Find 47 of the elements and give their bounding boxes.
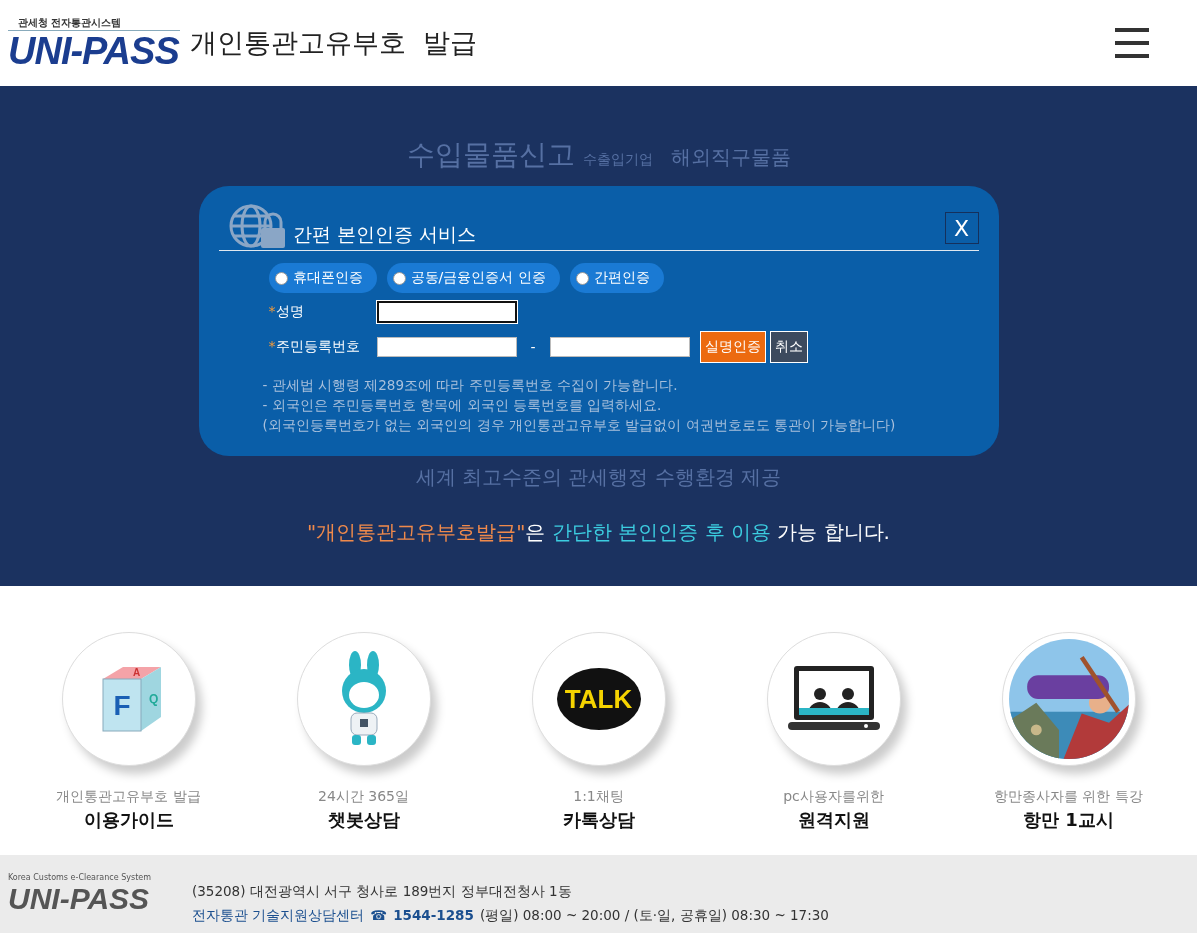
background-word: 세계 최고수준의 관세행정 수행환경 제공 bbox=[415, 464, 782, 491]
field-label: 주민등록번호 bbox=[275, 338, 360, 356]
service-subtitle: 항만종사자를 위한 특강 bbox=[994, 788, 1143, 806]
phone-number: 1544-1285 bbox=[393, 906, 474, 925]
rrn-front-field[interactable] bbox=[376, 337, 517, 357]
address-text: (35208) 대전광역시 서구 청사로 189번지 정부대전청사 1동 bbox=[192, 882, 573, 901]
name-field[interactable] bbox=[376, 301, 517, 323]
cancel-button[interactable]: 취소 bbox=[769, 331, 808, 363]
service-subtitle: pc사용자를위한 bbox=[783, 788, 884, 806]
footer-logo: Korea Customs e-Clearance System UNI-PASS bbox=[8, 872, 152, 916]
required-mark: * bbox=[268, 338, 276, 356]
page-title: 개인통관고유부호 발급 bbox=[190, 26, 478, 60]
close-button[interactable]: X bbox=[944, 212, 979, 244]
support-center-name: 전자통관 기술지원상담센터 bbox=[192, 906, 365, 925]
note-text: (외국인등록번호가 없는 외국인의 경우 개인통관고유부호 발급없이 여권번호로도 통관이 가능합니다) bbox=[262, 416, 897, 435]
separator-dash: - bbox=[530, 339, 536, 355]
service-subtitle: 개인통관고유부호 발급 bbox=[56, 788, 201, 806]
notice-text: "개인통관고유부호발급"은 간단한 본인인증 후 이용 가능 합니다. bbox=[307, 519, 890, 546]
auth-method-option[interactable]: 공동/금융인증서 인증 bbox=[386, 263, 560, 293]
service-icon-button[interactable]: TALK bbox=[531, 632, 666, 766]
speech-bubble-icon: TALK bbox=[556, 668, 641, 730]
service-subtitle: 24시간 365일 bbox=[318, 788, 409, 806]
service-title[interactable]: 챗봇상담 bbox=[327, 808, 400, 832]
service-subtitle: 1:1채팅 bbox=[573, 788, 624, 806]
phone-icon: ☎ bbox=[370, 903, 388, 927]
radio-button[interactable] bbox=[392, 271, 406, 285]
auth-method-option[interactable]: 간편인증 bbox=[569, 263, 664, 293]
radio-button[interactable] bbox=[575, 271, 589, 285]
note-text: - 관세법 시행령 제289조에 따라 주민등록번호 수집이 가능합니다. bbox=[262, 376, 679, 395]
background-word: 수입물품신고 bbox=[406, 137, 575, 173]
background-word: 수출입기업 bbox=[582, 151, 653, 169]
field-label: 성명 bbox=[275, 303, 304, 321]
service-title[interactable]: 원격지원 bbox=[797, 808, 870, 832]
rrn-back-field[interactable] bbox=[549, 337, 690, 357]
dialog-title: 간편 본인인증 서비스 bbox=[292, 222, 476, 247]
service-icon-button[interactable]: F A Q bbox=[61, 632, 196, 766]
note-text: - 외국인은 주민등록번호 항목에 외국인 등록번호를 입력하세요. bbox=[262, 396, 663, 415]
menu-icon[interactable] bbox=[1115, 28, 1149, 58]
radio-button[interactable] bbox=[274, 271, 288, 285]
service-title[interactable]: 항만 1교시 bbox=[1023, 808, 1114, 832]
hours-text: (평일) 08:00 ~ 20:00 / (토·일, 공휴일) 08:30 ~ 17:30 bbox=[479, 906, 829, 925]
required-mark: * bbox=[268, 303, 276, 321]
auth-method-option[interactable]: 휴대폰인증 bbox=[268, 263, 377, 293]
logo[interactable]: 관세청 전자통관시스템 UNI-PASS bbox=[8, 15, 180, 71]
service-title[interactable]: 카톡상담 bbox=[562, 808, 635, 832]
service-title[interactable]: 이용가이드 bbox=[83, 808, 174, 832]
background-word: 해외직구물품 bbox=[670, 144, 791, 171]
